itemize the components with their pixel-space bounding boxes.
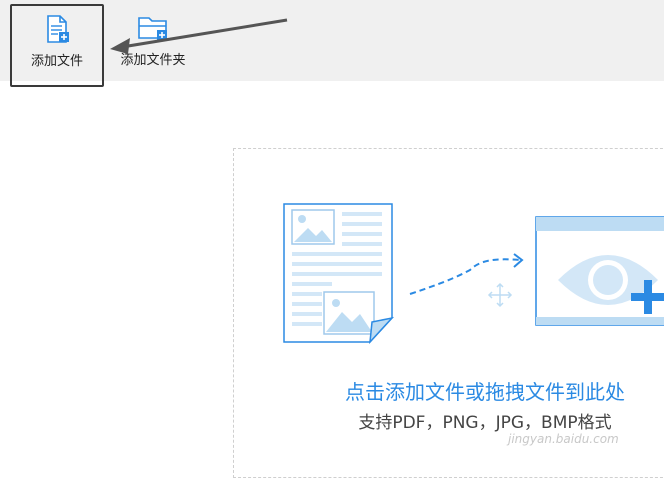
move-cursor-icon <box>487 282 513 308</box>
add-file-label: 添加文件 <box>30 54 83 69</box>
add-file-button[interactable]: 添加文件 <box>10 4 104 87</box>
preview-window-icon <box>535 216 664 326</box>
dashed-arrow <box>409 258 521 295</box>
drop-zone-title: 点击添加文件或拖拽文件到此处 <box>345 380 625 404</box>
pointer-arrow-annotation <box>110 18 288 54</box>
add-file-icon <box>42 14 72 48</box>
drop-zone-illustration <box>283 203 664 345</box>
watermark: jingyan.baidu.com <box>508 432 619 446</box>
document-icon <box>283 203 395 345</box>
drop-zone-subtitle: 支持PDF，PNG，JPG，BMP格式 <box>358 413 612 433</box>
